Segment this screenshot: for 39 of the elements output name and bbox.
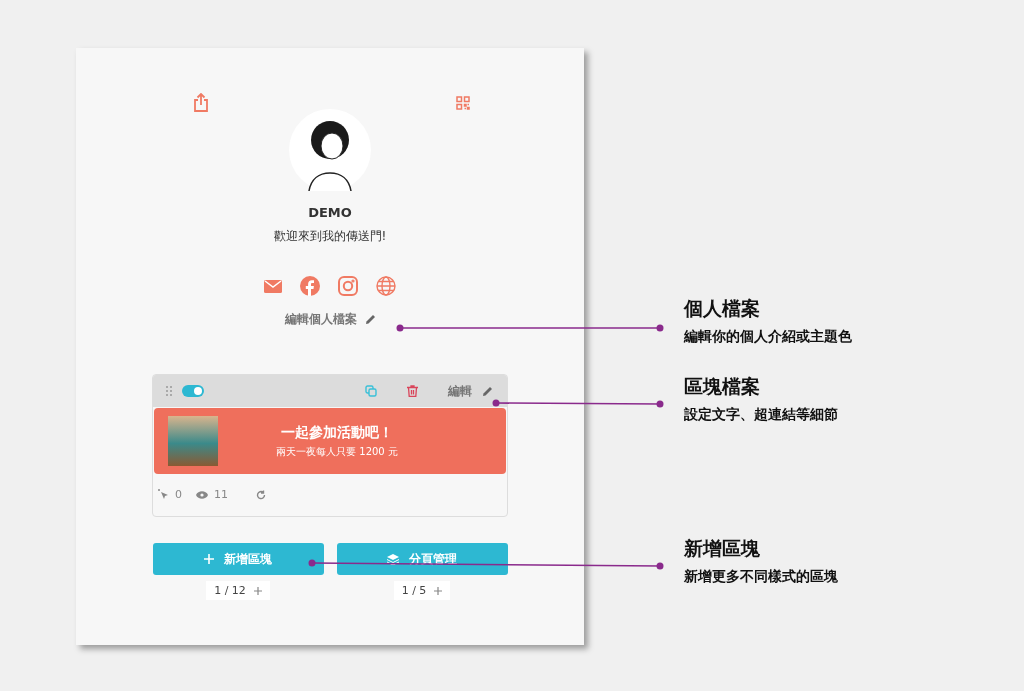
callout-description: 編輯你的個人介紹或主題色 (684, 328, 852, 346)
pencil-icon[interactable] (482, 385, 493, 397)
photo-placeholder (168, 416, 218, 466)
toggle-switch[interactable] (182, 385, 204, 397)
globe-icon[interactable] (376, 276, 396, 296)
page-manager-button[interactable]: 分頁管理 (336, 543, 508, 575)
edit-profile-link[interactable]: 編輯個人檔案 (284, 311, 357, 328)
profile-bio: 歡迎來到我的傳送門! (273, 228, 387, 245)
view-count: 11 (214, 488, 228, 501)
share-icon[interactable] (193, 93, 209, 112)
cursor-icon (158, 489, 169, 500)
qr-code-icon[interactable] (456, 95, 470, 110)
banner-title: 一起參加活動吧！ (280, 423, 394, 442)
edit-block-link[interactable]: 編輯 (448, 382, 472, 400)
profile-name: DEMO (308, 205, 352, 220)
layers-icon (387, 553, 399, 565)
mail-icon[interactable] (264, 279, 282, 293)
callout-title: 個人檔案 (684, 296, 761, 321)
banner-subtitle: 兩天一夜每人只要 1200 元 (275, 444, 399, 459)
add-block-button[interactable]: 新增區塊 (152, 543, 324, 575)
plus-icon[interactable] (434, 586, 443, 595)
trash-icon[interactable] (407, 385, 418, 397)
callout-title: 新增區塊 (684, 536, 761, 561)
callout-description: 新增更多不同樣式的區塊 (684, 568, 838, 586)
drag-handle-icon[interactable] (166, 386, 172, 396)
callout-title: 區塊檔案 (684, 374, 761, 399)
callout-description: 設定文字、超連結等細節 (684, 406, 838, 424)
count-text: 1 / 12 (214, 584, 246, 597)
plus-icon[interactable] (253, 586, 262, 595)
click-count: 0 (175, 488, 182, 501)
copy-icon[interactable] (365, 385, 377, 397)
event-banner[interactable]: 一起參加活動吧！ 兩天一夜每人只要 1200 元 (154, 408, 506, 474)
facebook-icon[interactable] (300, 276, 320, 296)
pencil-icon[interactable] (364, 314, 376, 325)
instagram-icon[interactable] (338, 276, 358, 296)
count-text: 1 / 5 (401, 584, 427, 597)
refresh-icon[interactable] (256, 489, 266, 500)
plus-icon (204, 554, 214, 564)
eye-icon (196, 490, 208, 499)
